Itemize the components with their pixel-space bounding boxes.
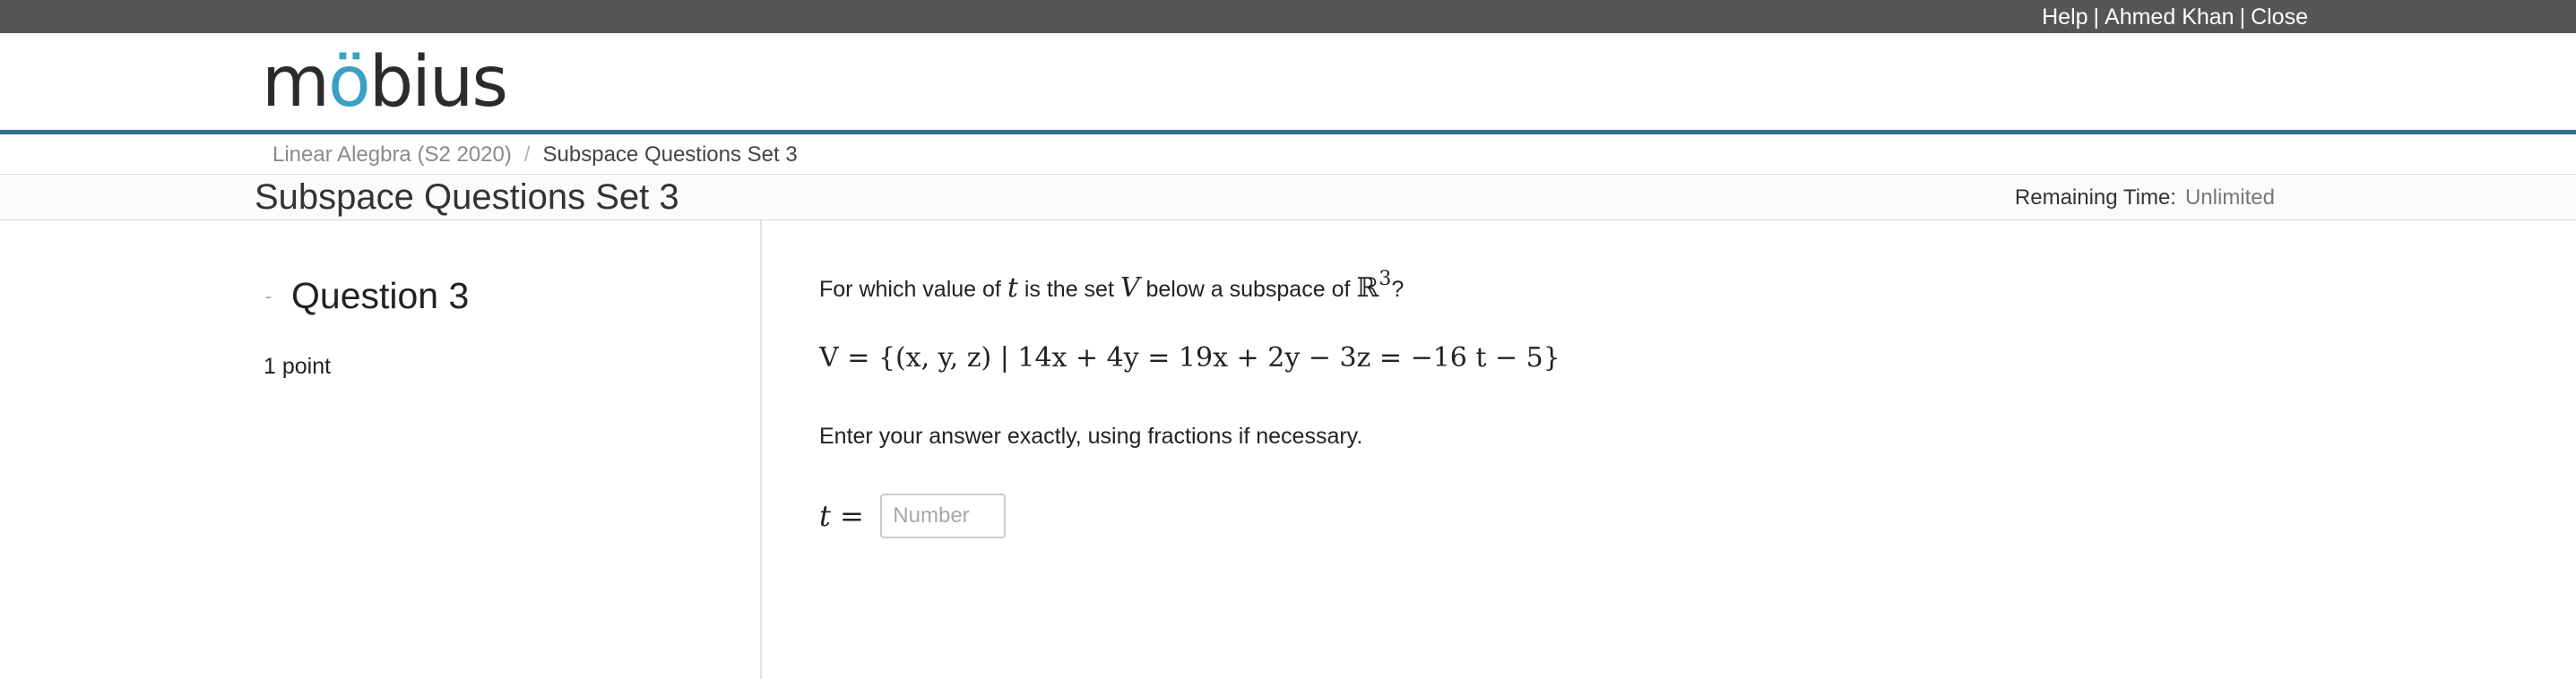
breadcrumb-inner: Linear Alegbra (S2 2020) / Subspace Questi… (272, 142, 798, 168)
answer-row: t = (819, 493, 1007, 539)
top-separator: | (2239, 4, 2246, 30)
question-prompt: For which value of t is the set V below … (819, 263, 1404, 307)
answer-input[interactable] (880, 494, 1007, 538)
page-title: Subspace Questions Set 3 (255, 177, 679, 217)
prompt-text-end: below a subspace of (1145, 277, 1351, 302)
prompt-var-v: V (1119, 272, 1140, 304)
prompt-space-r3: ℝ3 (1356, 268, 1391, 304)
breadcrumb: Linear Alegbra (S2 2020) / Subspace Questi… (0, 134, 2576, 175)
top-bar: Help | Ahmed Khan | Close (0, 0, 2576, 33)
collapse-toggle[interactable]: - (265, 285, 272, 308)
question-sidebar: - Question 3 1 point (0, 220, 762, 679)
remaining-time-value: Unlimited (2184, 185, 2275, 210)
answer-label: t = (819, 499, 864, 533)
remaining-time: Remaining Time: Unlimited (2015, 185, 2275, 211)
prompt-var-t: t (1007, 272, 1018, 304)
prompt-text-start: For which value of (819, 277, 1001, 302)
top-separator: | (2093, 4, 2100, 30)
header: möbius (0, 33, 2576, 134)
question-content: For which value of t is the set V below … (819, 220, 2433, 679)
set-definition: V = {(x, y, z) | 14x + 4y = 19x + 2y − 3… (819, 342, 1560, 374)
remaining-time-label: Remaining Time: (2014, 185, 2176, 210)
logo-text-end: bius (368, 42, 508, 123)
logo-text-start: m (262, 42, 330, 123)
prompt-space-symbol: ℝ (1356, 272, 1379, 304)
prompt-space-exponent: 3 (1379, 268, 1392, 290)
breadcrumb-current: Subspace Questions Set 3 (542, 142, 798, 167)
help-link[interactable]: Help (2042, 4, 2088, 30)
user-link[interactable]: Ahmed Khan (2105, 4, 2235, 30)
logo-text-o: ö (327, 42, 371, 123)
prompt-text-mid: is the set (1024, 277, 1114, 302)
title-bar: Subspace Questions Set 3 Remaining Time:… (0, 175, 2576, 220)
breadcrumb-course-link[interactable]: Linear Alegbra (S2 2020) (272, 142, 512, 167)
breadcrumb-separator: / (523, 142, 531, 167)
question-points: 1 point (264, 354, 332, 379)
mobius-logo[interactable]: möbius (262, 47, 508, 117)
top-links: Help | Ahmed Khan | Close (2042, 4, 2308, 30)
close-link[interactable]: Close (2251, 4, 2308, 30)
prompt-question-mark: ? (1391, 277, 1405, 302)
answer-instructions: Enter your answer exactly, using fractio… (819, 424, 1363, 449)
question-title: Question 3 (291, 275, 470, 316)
